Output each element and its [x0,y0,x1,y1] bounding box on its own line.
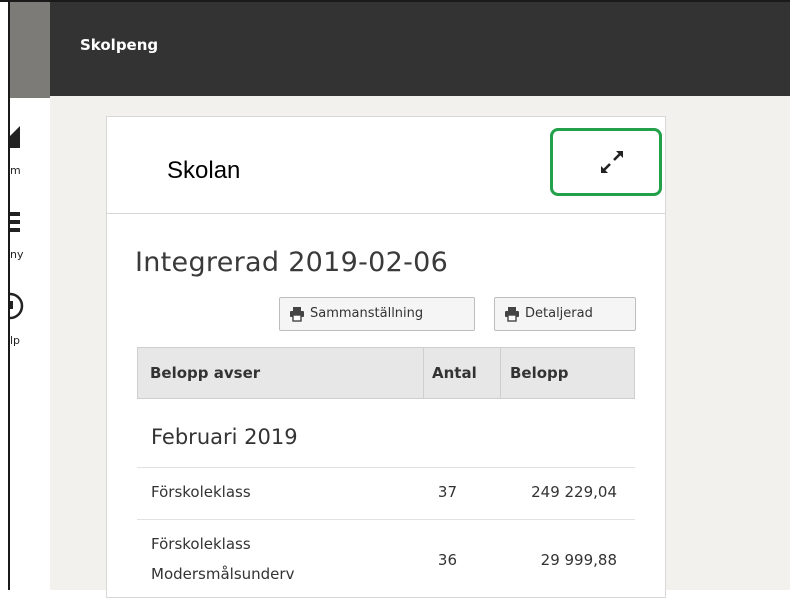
nav-item-help[interactable]: lp [10,292,50,352]
row-belopp: 249 229,04 [531,483,617,501]
card-header: Skolan [107,117,665,214]
card-title: Skolan [167,157,241,184]
detailed-print-button[interactable]: Detaljerad [494,297,636,331]
column-header-antal[interactable]: Antal [432,348,477,398]
report-title: Integrerad 2019-02-06 [135,247,449,278]
row-belopp: 29 999,88 [540,551,617,569]
sidenav-header-block [10,2,50,98]
column-header-belopp-avser[interactable]: Belopp avser [150,348,260,398]
row-label: Förskoleklass [151,535,251,553]
expand-icon [601,151,623,173]
row-label: Förskoleklass [151,483,251,501]
summary-print-button[interactable]: Sammanställning [279,297,475,331]
row-divider [137,467,635,468]
column-divider [423,348,424,398]
nav-item-home[interactable]: m [10,126,50,186]
table-header: Belopp avser Antal Belopp [137,347,635,399]
app-header: Skolpeng [50,2,790,96]
nav-item-label: ny [10,248,24,261]
row-antal: 36 [437,551,457,569]
row-divider [137,519,635,520]
detailed-button-label: Detaljerad [525,306,593,321]
expand-button[interactable] [550,128,662,196]
summary-button-label: Sammanställning [310,306,424,321]
nav-item-label: lp [10,334,21,347]
home-icon [10,126,20,148]
report-card: Skolan Integrerad 2019-02-06 Sammanställ… [106,116,666,598]
row-antal: 37 [437,483,457,501]
nav-item-menu[interactable]: ny [10,212,50,272]
print-icon [505,307,519,322]
side-navigation: m ny lp [10,2,51,590]
help-icon [10,292,24,320]
menu-icon [10,212,20,232]
column-divider [500,348,501,398]
print-icon [290,307,304,322]
row-label-line2: Modersmålsunderv [151,565,295,583]
main-content: Skolan Integrerad 2019-02-06 Sammanställ… [50,96,790,598]
column-header-belopp[interactable]: Belopp [510,348,569,398]
app-title: Skolpeng [80,36,159,54]
nav-item-label: m [10,164,21,177]
frame-border-left [8,0,10,590]
group-heading: Februari 2019 [151,425,298,449]
